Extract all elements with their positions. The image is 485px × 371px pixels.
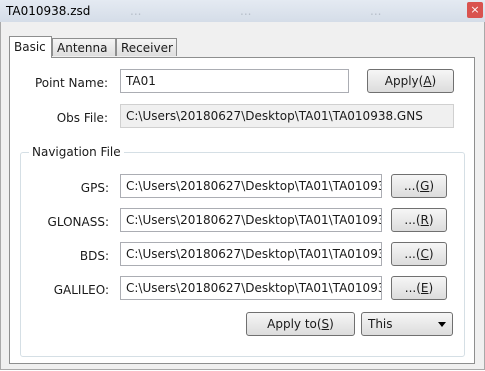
apply-scope-select[interactable]: This (361, 312, 453, 336)
apply-button[interactable]: Apply(A) (367, 69, 454, 93)
title-bar: TA010938.zsd ... ... ... × (0, 0, 485, 23)
obs-file-field: C:\Users\20180627\Desktop\TA01\TA010938.… (120, 104, 454, 128)
basic-panel: Point Name: TA01 Apply(A) Obs File: C:\U… (9, 57, 475, 364)
background-ghost-text: ... (130, 4, 142, 18)
glonass-label: GLONASS: (47, 215, 109, 229)
obs-file-label: Obs File: (56, 111, 108, 125)
tab-basic[interactable]: Basic (9, 36, 52, 58)
tab-receiver[interactable]: Receiver (116, 38, 177, 56)
navigation-file-group: Navigation File GPS: C:\Users\20180627\D… (20, 145, 465, 357)
gps-nav-file-input[interactable]: C:\Users\20180627\Desktop\TA01\TA010938 (120, 174, 382, 198)
bds-label: BDS: (79, 249, 109, 263)
apply-to-button[interactable]: Apply to(S) (246, 312, 355, 336)
close-icon[interactable]: × (467, 2, 483, 18)
bds-nav-file-input[interactable]: C:\Users\20180627\Desktop\TA01\TA010938 (120, 242, 382, 266)
window-title: TA010938.zsd (6, 4, 91, 18)
dialog-window: Basic Antenna Receiver Point Name: TA01 … (0, 22, 485, 370)
background-ghost-text: ... (240, 4, 252, 18)
bds-browse-button[interactable]: ...(C) (391, 242, 447, 266)
navigation-file-title: Navigation File (29, 145, 124, 159)
galileo-label: GALILEO: (53, 283, 109, 297)
background-ghost-text: ... (370, 4, 382, 18)
galileo-nav-file-input[interactable]: C:\Users\20180627\Desktop\TA01\TA010938 (120, 276, 382, 300)
glonass-nav-file-input[interactable]: C:\Users\20180627\Desktop\TA01\TA010938 (120, 208, 382, 232)
point-name-label: Point Name: (34, 76, 108, 90)
tab-antenna[interactable]: Antenna (52, 38, 116, 56)
point-name-input[interactable]: TA01 (120, 69, 349, 93)
glonass-browse-button[interactable]: ...(R) (391, 208, 447, 232)
galileo-browse-button[interactable]: ...(E) (391, 276, 447, 300)
gps-label: GPS: (80, 181, 109, 195)
gps-browse-button[interactable]: ...(G) (391, 174, 447, 198)
apply-scope-value: This (368, 317, 393, 331)
chevron-down-icon (438, 322, 446, 327)
